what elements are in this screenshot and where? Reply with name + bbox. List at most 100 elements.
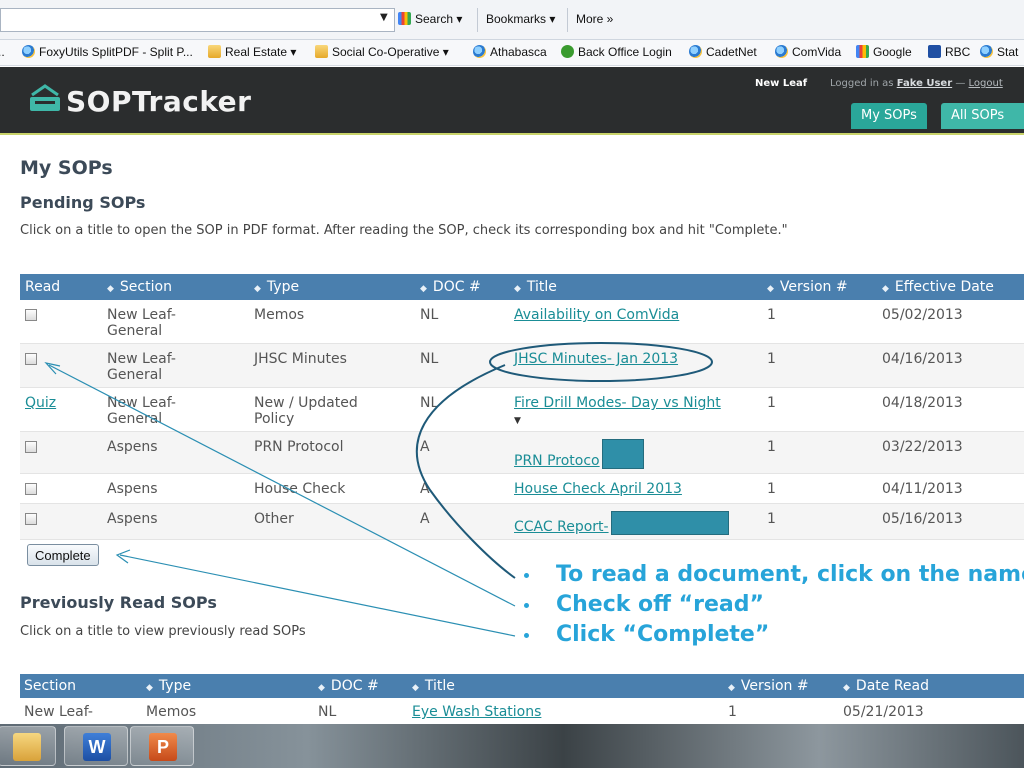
column-header-title[interactable]: ◆ Title: [509, 274, 762, 300]
tab-my-sops[interactable]: My SOPs: [851, 103, 927, 129]
read-checkbox[interactable]: [25, 441, 37, 453]
column-header-doc[interactable]: ◆ DOC #: [415, 274, 509, 300]
chevron-down-icon: ▼: [514, 416, 521, 426]
column-header-type[interactable]: ◆ Type: [249, 274, 415, 300]
google-icon: [398, 12, 411, 25]
column-header-section[interactable]: Section: [20, 674, 142, 698]
sort-icon: ◆: [882, 284, 889, 294]
title-cell: Eye Wash Stations: [408, 698, 724, 723]
column-header-section[interactable]: ◆ Section: [102, 274, 249, 300]
chevron-down-icon[interactable]: ▼: [380, 12, 388, 23]
taskbar-word-button[interactable]: W: [64, 726, 128, 766]
read-checkbox[interactable]: [25, 309, 37, 321]
bookmarks-button[interactable]: Bookmarks ▾: [486, 12, 555, 26]
bookmark-google[interactable]: Google: [856, 45, 912, 59]
section-cell: New Leaf- General: [102, 343, 249, 388]
read-cell: [20, 343, 102, 388]
taskbar: W P: [0, 724, 1024, 768]
address-input[interactable]: [0, 8, 395, 32]
read-cell: Quiz: [20, 387, 102, 432]
date-cell: 05/21/2013: [843, 704, 924, 720]
type-cell: New / Updated Policy: [249, 387, 415, 432]
logout-link[interactable]: Logout: [969, 78, 1003, 89]
site-header: SOPTracker New Leaf Logged in as Fake Us…: [0, 67, 1024, 135]
tray-icon: [30, 84, 60, 111]
bookmark-cadetnet[interactable]: CadetNet: [689, 45, 757, 59]
section-cell: New Leaf- General: [102, 300, 249, 344]
type-cell: Other: [249, 503, 415, 540]
bookmark-comvida[interactable]: ComVida: [775, 45, 841, 59]
pending-heading: Pending SOPs: [20, 193, 146, 212]
separator: [567, 8, 568, 32]
bookmark-social-cooperative[interactable]: Social Co-Operative ▾: [315, 45, 449, 59]
read-checkbox[interactable]: [25, 353, 37, 365]
sop-title-link[interactable]: PRN Protoco: [514, 453, 600, 469]
version-cell: 1: [762, 473, 877, 504]
tab-all-sops[interactable]: All SOPs: [941, 103, 1024, 129]
column-header-doc[interactable]: ◆ DOC #: [314, 674, 408, 698]
more-button[interactable]: More »: [576, 12, 613, 26]
version-cell: 1: [762, 343, 877, 388]
sop-title-link[interactable]: House Check April 2013: [514, 481, 682, 497]
complete-arrowhead: [115, 549, 131, 564]
bookmark-back-office-login[interactable]: Back Office Login: [561, 45, 672, 59]
title-cell: Fire Drill Modes- Day vs Night ▼: [509, 387, 762, 432]
bookmarks-bar: .. FoxyUtils SplitPDF - Split P... Real …: [0, 40, 1024, 66]
sop-title-link[interactable]: JHSC Minutes- Jan 2013: [514, 351, 678, 367]
read-cell: [20, 431, 102, 474]
bookmark-stat[interactable]: Stat: [980, 45, 1018, 59]
bookmark-athabasca[interactable]: Athabasca: [473, 45, 547, 59]
sop-title-link[interactable]: Availability on ComVida: [514, 307, 679, 323]
column-header-version[interactable]: ◆ Version #: [724, 674, 839, 698]
table-row: Aspens PRN Protocol A PRN Protoco 1 03/22/201…: [20, 431, 1024, 474]
bookmark-real-estate[interactable]: Real Estate ▾: [208, 45, 296, 59]
column-header-effective-date[interactable]: ◆ Effective Date: [877, 274, 1024, 300]
user-link[interactable]: Fake User: [897, 78, 952, 89]
sop-title-link[interactable]: Eye Wash Stations: [412, 704, 541, 720]
doc-cell: NL: [415, 343, 509, 388]
green-figure-icon: [561, 45, 574, 58]
bookmark-rbc[interactable]: RBC: [928, 45, 970, 59]
previous-sops-table: Section ◆ Type ◆ DOC # ◆ Title ◆ Version # ◆…: [20, 674, 1024, 723]
column-header-title[interactable]: ◆ Title: [408, 674, 724, 698]
taskbar-powerpoint-button[interactable]: P: [130, 726, 194, 766]
bookmark-foxyutils[interactable]: FoxyUtils SplitPDF - Split P...: [22, 45, 193, 59]
section-cell: New Leaf-: [24, 704, 93, 720]
date-cell: 04/16/2013: [877, 343, 1024, 388]
ie-icon: [689, 45, 702, 58]
quiz-link[interactable]: Quiz: [25, 395, 56, 411]
version-cell: 1: [762, 431, 877, 474]
pending-sops-table: Read ◆ Section ◆ Type ◆ DOC # ◆ Title ◆ Versi…: [20, 274, 1024, 540]
sort-icon: ◆: [254, 284, 261, 294]
sop-title-link[interactable]: Fire Drill Modes- Day vs Night: [514, 395, 721, 411]
sort-icon: ◆: [843, 683, 850, 693]
search-button[interactable]: Search ▾: [398, 12, 462, 26]
type-cell: JHSC Minutes: [249, 343, 415, 388]
previous-instructions: Click on a title to view previously read…: [20, 624, 306, 639]
title-cell: PRN Protoco: [509, 431, 762, 474]
page-title: My SOPs: [20, 157, 113, 179]
sort-icon: ◆: [767, 284, 774, 294]
column-header-version[interactable]: ◆ Version #: [762, 274, 877, 300]
sop-title-link[interactable]: CCAC Report-: [514, 519, 609, 535]
browser-toolbar: ▼ Search ▾ Bookmarks ▾ More »: [0, 0, 1024, 40]
read-cell: [20, 473, 102, 504]
version-cell: 1: [762, 503, 877, 540]
bullet: [524, 603, 529, 608]
complete-button[interactable]: Complete: [27, 544, 99, 566]
section-cell: Aspens: [102, 473, 249, 504]
pending-instructions: Click on a title to open the SOP in PDF …: [20, 223, 788, 238]
column-header-date-read[interactable]: ◆ Date Read: [839, 674, 1024, 698]
type-cell: Memos: [249, 300, 415, 344]
redaction-box: [601, 439, 644, 469]
taskbar-explorer-button[interactable]: [0, 726, 56, 766]
version-cell: 1: [762, 300, 877, 344]
table-row: New Leaf- General Memos NL Availability on …: [20, 300, 1024, 344]
read-checkbox[interactable]: [25, 483, 37, 495]
read-checkbox[interactable]: [25, 513, 37, 525]
section-cell: Aspens: [102, 503, 249, 540]
column-header-type[interactable]: ◆ Type: [142, 674, 314, 698]
column-header-read[interactable]: Read: [20, 274, 102, 300]
ie-icon: [22, 45, 35, 58]
ie-icon: [775, 45, 788, 58]
